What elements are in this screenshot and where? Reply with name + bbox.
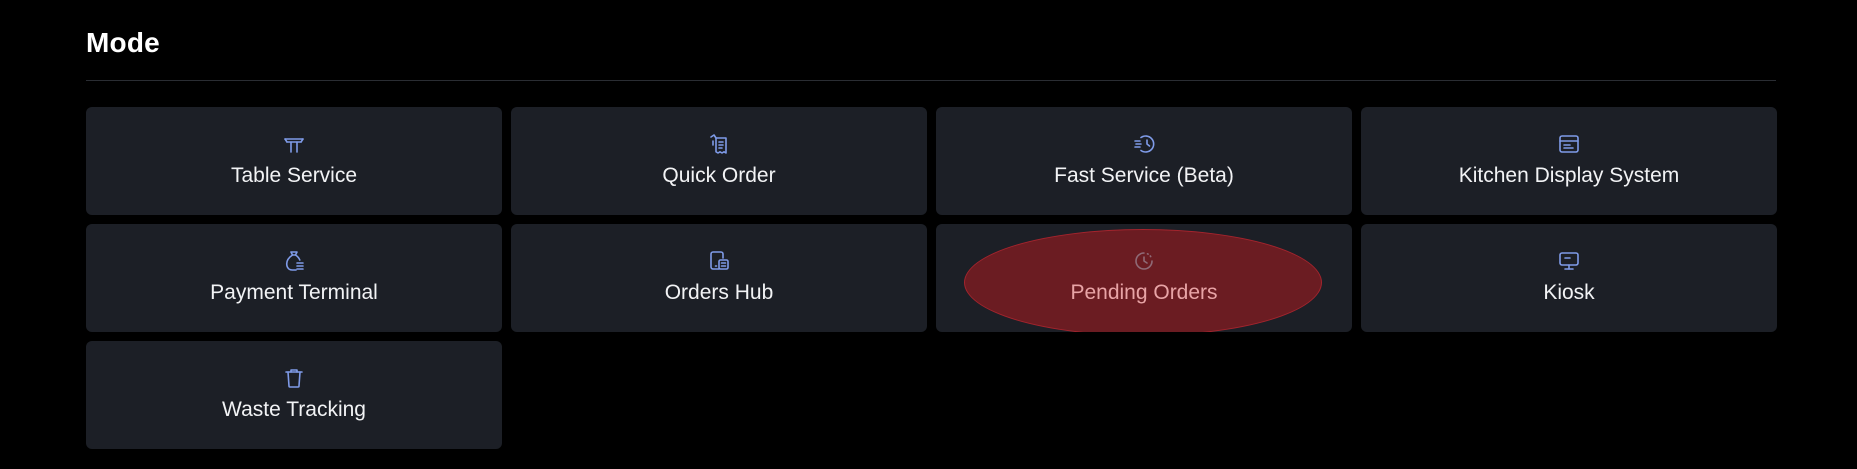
fast-clock-icon bbox=[1132, 132, 1156, 156]
mode-label: Orders Hub bbox=[664, 281, 774, 304]
mode-label: Waste Tracking bbox=[222, 398, 366, 421]
trash-icon bbox=[282, 366, 306, 390]
mode-label: Quick Order bbox=[662, 164, 776, 187]
money-bag-icon bbox=[282, 249, 306, 273]
table-icon bbox=[282, 132, 306, 156]
display-window-icon bbox=[1557, 132, 1581, 156]
mode-tile-fast-service[interactable]: Fast Service (Beta) bbox=[936, 107, 1352, 215]
section-title: Mode bbox=[86, 27, 160, 58]
mode-label: Table Service bbox=[230, 164, 358, 187]
mode-label: Kiosk bbox=[1543, 281, 1595, 304]
device-list-icon bbox=[707, 249, 731, 273]
pending-clock-icon bbox=[1132, 249, 1156, 273]
mode-label: Fast Service (Beta) bbox=[1054, 164, 1234, 187]
mode-label: Kitchen Display System bbox=[1458, 164, 1680, 187]
mode-tile-orders-hub[interactable]: Orders Hub bbox=[511, 224, 927, 332]
mode-label: Payment Terminal bbox=[210, 281, 378, 304]
monitor-icon bbox=[1557, 249, 1581, 273]
mode-label: Pending Orders bbox=[1070, 281, 1218, 304]
mode-tile-table-service[interactable]: Table Service bbox=[86, 107, 502, 215]
receipt-phone-icon bbox=[707, 132, 731, 156]
mode-grid: Table Service Quick Order Fast Service (… bbox=[86, 107, 1777, 449]
mode-tile-kiosk[interactable]: Kiosk bbox=[1361, 224, 1777, 332]
mode-tile-quick-order[interactable]: Quick Order bbox=[511, 107, 927, 215]
mode-tile-kitchen-display-system[interactable]: Kitchen Display System bbox=[1361, 107, 1777, 215]
mode-tile-waste-tracking[interactable]: Waste Tracking bbox=[86, 341, 502, 449]
mode-tile-payment-terminal[interactable]: Payment Terminal bbox=[86, 224, 502, 332]
mode-tile-pending-orders[interactable]: Pending Orders bbox=[936, 224, 1352, 332]
section-divider bbox=[86, 80, 1776, 81]
